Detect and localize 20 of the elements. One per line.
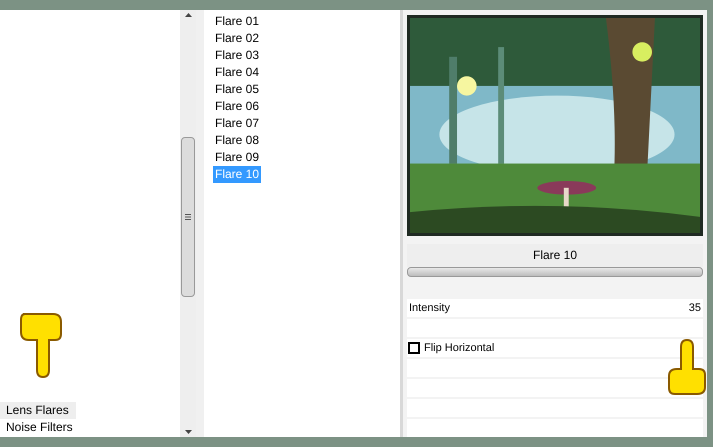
- effect-item[interactable]: Flare 07: [213, 115, 262, 132]
- pointing-hand-icon: [667, 338, 707, 396]
- scrollbar[interactable]: [180, 10, 196, 437]
- intensity-value: 35: [688, 301, 701, 316]
- intensity-label: Intensity: [409, 301, 450, 316]
- effect-item[interactable]: Flare 03: [213, 47, 262, 64]
- scrollbar-thumb[interactable]: [181, 137, 195, 297]
- scroll-down-icon[interactable]: [184, 430, 192, 434]
- effect-item[interactable]: Flare 01: [213, 13, 262, 30]
- effect-item[interactable]: Flare 04: [213, 64, 262, 81]
- grip-icon: [185, 214, 191, 220]
- effect-item[interactable]: Flare 06: [213, 98, 262, 115]
- effect-item[interactable]: Flare 05: [213, 81, 262, 98]
- effect-item[interactable]: Flare 08: [213, 132, 262, 149]
- category-item[interactable]: Lens Flares: [0, 402, 76, 419]
- slider-track[interactable]: [407, 267, 703, 278]
- effect-name: Flare 10: [407, 244, 703, 268]
- effect-item[interactable]: Flare 02: [213, 30, 262, 47]
- scroll-up-icon[interactable]: [184, 13, 192, 17]
- effect-item[interactable]: Flare 09: [213, 149, 262, 166]
